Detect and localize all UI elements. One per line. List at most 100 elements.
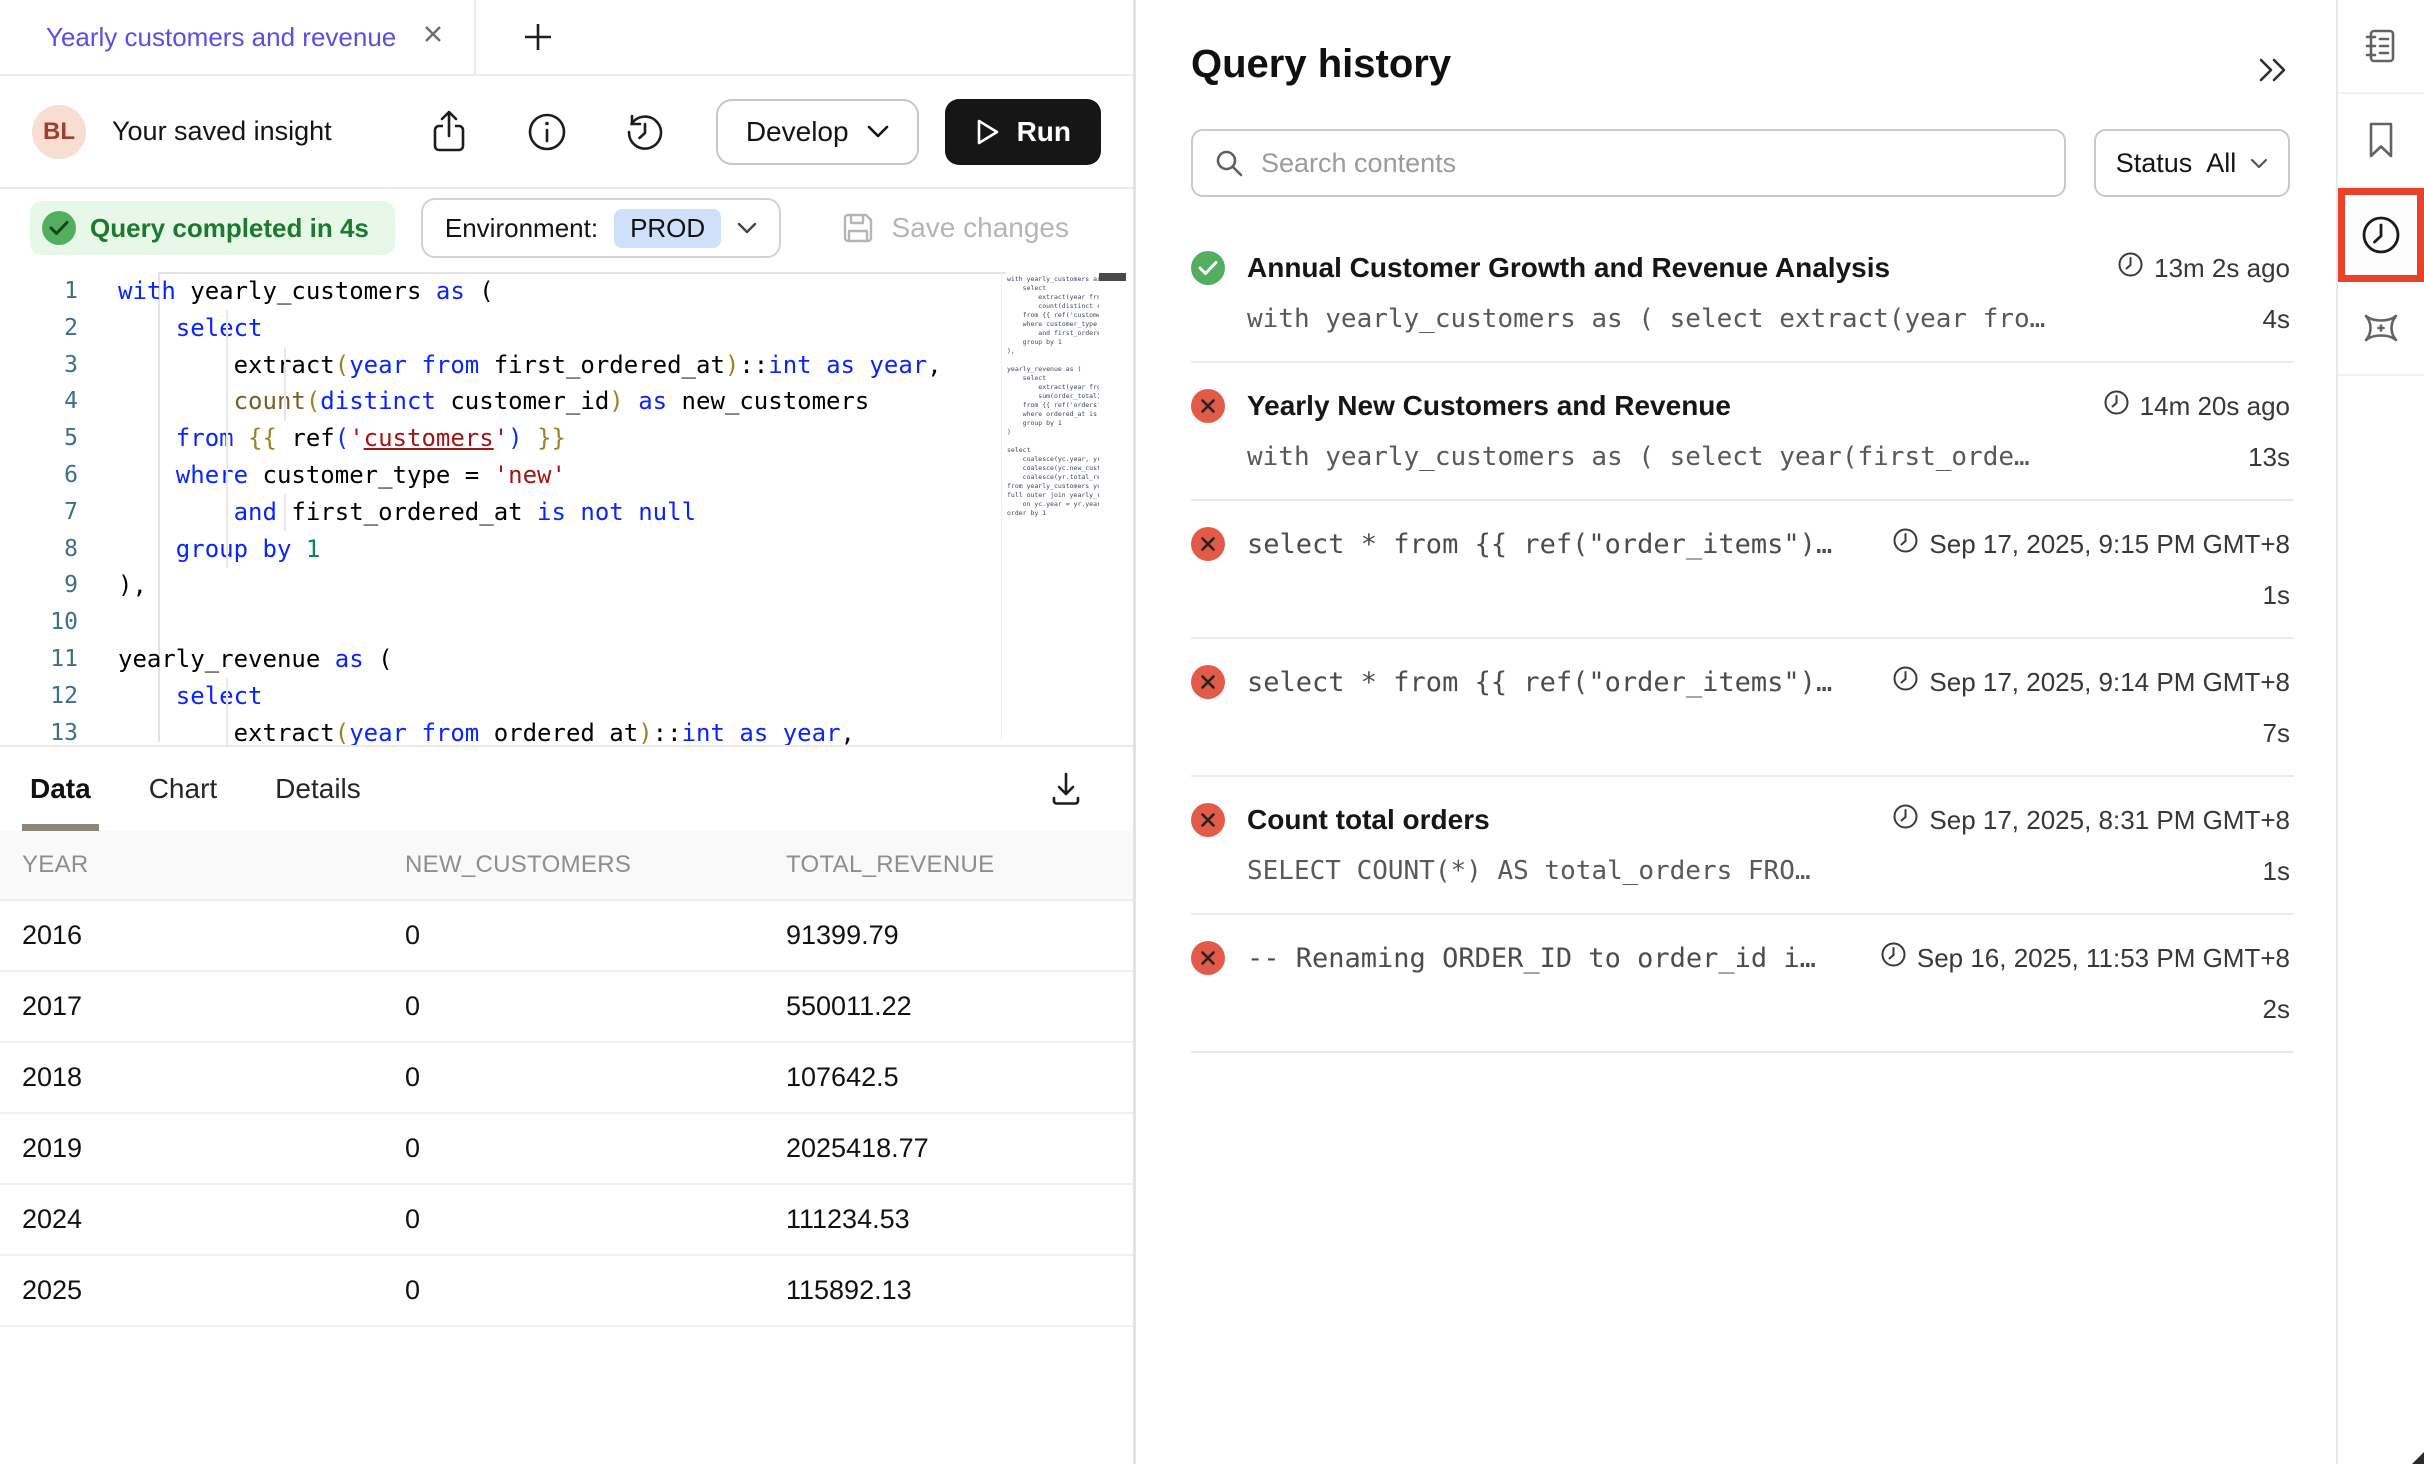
column-header: YEAR — [0, 851, 383, 879]
play-icon — [975, 118, 1001, 146]
saved-insight-label: Your saved insight — [112, 116, 332, 147]
table-cell: 550011.22 — [764, 991, 1133, 1022]
history-item[interactable]: Annual Customer Growth and Revenue Analy… — [1191, 225, 2294, 363]
code-line: 5 from {{ ref('customers') }} — [0, 420, 1001, 457]
table-cell: 0 — [383, 1062, 764, 1093]
line-number: 2 — [0, 310, 118, 347]
editor-minimap[interactable]: with yearly_customers as ( select extrac… — [1001, 272, 1099, 740]
code-line: 4 count(distinct customer_id) as new_cus… — [0, 383, 1001, 420]
develop-label: Develop — [746, 116, 849, 148]
line-number: 4 — [0, 383, 118, 420]
query-status-pill: Query completed in 4s — [30, 201, 395, 255]
save-icon — [840, 210, 876, 246]
editor-scrollbar[interactable] — [1099, 273, 1126, 281]
history-item[interactable]: -- Renaming ORDER_ID to order_id i…Sep 1… — [1191, 915, 2294, 1053]
rail-item-notebook[interactable] — [2338, 0, 2424, 94]
history-item-title: select * from {{ ref("order_items")… — [1247, 667, 1870, 698]
search-input[interactable] — [1191, 129, 2066, 197]
history-item-query-preview: SELECT COUNT(*) AS total_orders FRO… — [1247, 856, 2263, 886]
tab-chart[interactable]: Chart — [149, 747, 217, 831]
line-number: 7 — [0, 494, 118, 531]
close-icon[interactable] — [420, 21, 446, 53]
code-line: 1with yearly_customers as ( — [0, 273, 1001, 310]
line-number: 13 — [0, 715, 118, 745]
history-list: Annual Customer Growth and Revenue Analy… — [1191, 225, 2294, 1053]
sql-editor[interactable]: 1with yearly_customers as (2 select3 ext… — [0, 267, 1133, 745]
environment-label: Environment: — [445, 213, 598, 244]
code-line: 10 — [0, 604, 1001, 641]
develop-button[interactable]: Develop — [716, 99, 919, 165]
check-icon — [42, 211, 76, 245]
environment-selector[interactable]: Environment: PROD — [421, 198, 781, 258]
tab-data[interactable]: Data — [30, 747, 91, 831]
table-cell: 0 — [383, 991, 764, 1022]
clock-icon — [2117, 251, 2144, 285]
insight-toolbar: BL Your saved insight Develop — [0, 76, 1133, 189]
table-body: 2016091399.7920170550011.2220180107642.5… — [0, 901, 1133, 1327]
tab-details[interactable]: Details — [275, 747, 361, 831]
share-icon[interactable] — [426, 109, 472, 155]
chevron-down-icon — [737, 222, 757, 234]
column-header: TOTAL_REVENUE — [764, 851, 1133, 879]
rail-item-query-history[interactable] — [2338, 188, 2424, 282]
editor-panel: Yearly customers and revenue BL Your sav… — [0, 0, 1136, 1464]
environment-value-badge: PROD — [614, 209, 721, 248]
history-item-timestamp: Sep 17, 2025, 9:14 PM GMT+8 — [1892, 665, 2290, 699]
history-item-timestamp: Sep 17, 2025, 9:15 PM GMT+8 — [1892, 527, 2290, 561]
table-cell: 0 — [383, 1133, 764, 1164]
history-item-duration: 1s — [2263, 580, 2290, 611]
history-item-duration: 1s — [2263, 856, 2290, 887]
tab-yearly-customers-and-revenue[interactable]: Yearly customers and revenue — [0, 0, 474, 74]
info-icon[interactable] — [524, 109, 570, 155]
error-status-icon — [1191, 941, 1225, 975]
lineage-icon — [2360, 307, 2402, 349]
table-row: 20180107642.5 — [0, 1043, 1133, 1114]
status-filter-label: Status — [2116, 148, 2193, 179]
bookmark-icon — [2363, 120, 2399, 160]
download-icon[interactable] — [1043, 766, 1089, 812]
table-row: 20250115892.13 — [0, 1256, 1133, 1327]
table-cell: 115892.13 — [764, 1275, 1133, 1306]
success-status-icon — [1191, 251, 1225, 285]
version-history-icon[interactable] — [622, 109, 668, 155]
history-item-timestamp: 14m 20s ago — [2103, 389, 2290, 423]
avatar: BL — [32, 105, 86, 159]
double-chevron-right-icon[interactable] — [2256, 56, 2290, 89]
table-row: 20240111234.53 — [0, 1185, 1133, 1256]
minimap-code: with yearly_customers as ( select extrac… — [1002, 272, 1099, 518]
history-item-duration: 7s — [2263, 718, 2290, 749]
clock-icon — [1892, 803, 1919, 837]
clock-icon — [1892, 665, 1919, 699]
new-tab-button[interactable] — [516, 15, 560, 59]
history-item[interactable]: Yearly New Customers and Revenue14m 20s … — [1191, 363, 2294, 501]
line-number: 11 — [0, 641, 118, 678]
table-header-row: YEARNEW_CUSTOMERSTOTAL_REVENUE — [0, 831, 1133, 901]
clock-icon — [2103, 389, 2130, 423]
rail-item-lineage[interactable] — [2338, 282, 2424, 376]
clock-icon — [1892, 527, 1919, 561]
line-number: 10 — [0, 604, 118, 641]
code-line: 3 extract(year from first_ordered_at)::i… — [0, 347, 1001, 384]
clock-icon — [2359, 213, 2403, 257]
line-number: 6 — [0, 457, 118, 494]
query-history-panel: Query history Status All Annual Customer… — [1139, 0, 2334, 1464]
table-cell: 2025 — [0, 1275, 383, 1306]
history-item[interactable]: select * from {{ ref("order_items")… Sep … — [1191, 501, 2294, 639]
save-changes-label: Save changes — [892, 212, 1069, 244]
run-button[interactable]: Run — [945, 99, 1101, 165]
save-changes-button[interactable]: Save changes — [840, 210, 1069, 246]
line-number: 1 — [0, 273, 118, 310]
table-cell: 0 — [383, 1204, 764, 1235]
rail-item-bookmarks[interactable] — [2338, 94, 2424, 188]
history-item-title: select * from {{ ref("order_items")… — [1247, 529, 1870, 560]
history-item[interactable]: Count total ordersSep 17, 2025, 8:31 PM … — [1191, 777, 2294, 915]
code-line: 13 extract(year from ordered_at)::int as… — [0, 715, 1001, 745]
status-filter-dropdown[interactable]: Status All — [2094, 129, 2290, 197]
line-number: 8 — [0, 531, 118, 568]
history-item[interactable]: select * from {{ ref("order_items")… Sep … — [1191, 639, 2294, 777]
history-item-duration: 13s — [2248, 442, 2290, 473]
table-cell: 111234.53 — [764, 1204, 1133, 1235]
history-item-query-preview: with yearly_customers as ( select extrac… — [1247, 304, 2263, 334]
results-tabs: Data Chart Details — [0, 745, 1133, 831]
table-cell: 2025418.77 — [764, 1133, 1133, 1164]
